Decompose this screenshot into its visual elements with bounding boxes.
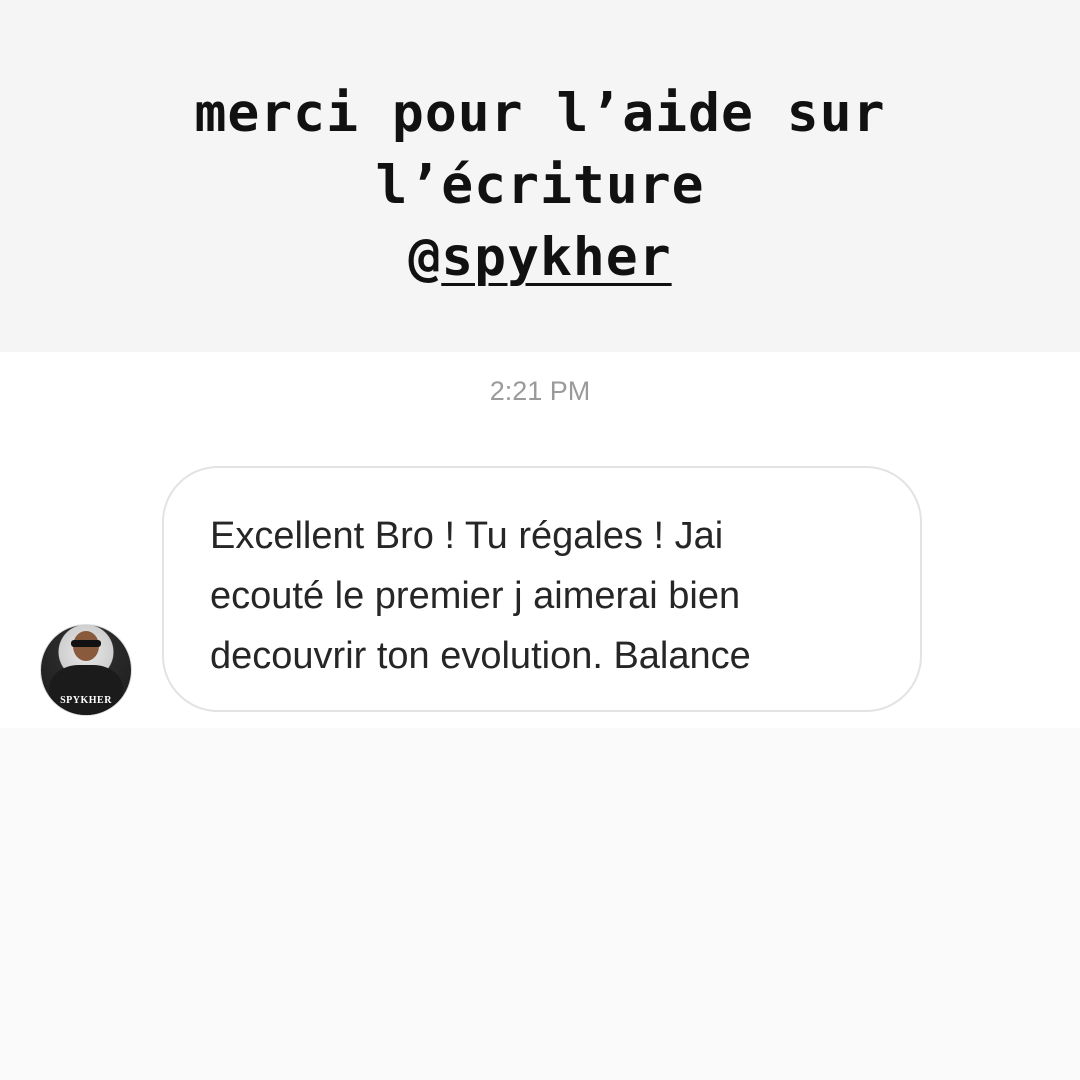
caption-line-2: l’écriture xyxy=(375,155,705,216)
caption-text: merci pour l’aide sur l’écriture @spykhe… xyxy=(0,78,1080,294)
avatar-label: SPYKHER xyxy=(60,695,112,706)
mention-handle-link[interactable]: spykher xyxy=(441,227,671,288)
message-text: Excellent Bro ! Tu régales ! Jai ecouté … xyxy=(210,515,751,677)
mention-at-sign: @ xyxy=(408,227,442,288)
message-timestamp: 2:21 PM xyxy=(489,376,591,406)
sender-avatar[interactable]: SPYKHER xyxy=(40,624,132,716)
caption-line-1: merci pour l’aide sur xyxy=(194,83,886,144)
story-caption: merci pour l’aide sur l’écriture @spykhe… xyxy=(0,0,1080,352)
avatar-glasses-shape xyxy=(71,640,101,647)
avatar-body-shape xyxy=(49,665,123,715)
message-bubble[interactable]: Excellent Bro ! Tu régales ! Jai ecouté … xyxy=(162,466,922,712)
chat-area: 2:21 PM SPYKHER Excellent Bro ! Tu régal… xyxy=(0,352,1080,728)
caption-mention[interactable]: @spykher xyxy=(0,222,1080,294)
